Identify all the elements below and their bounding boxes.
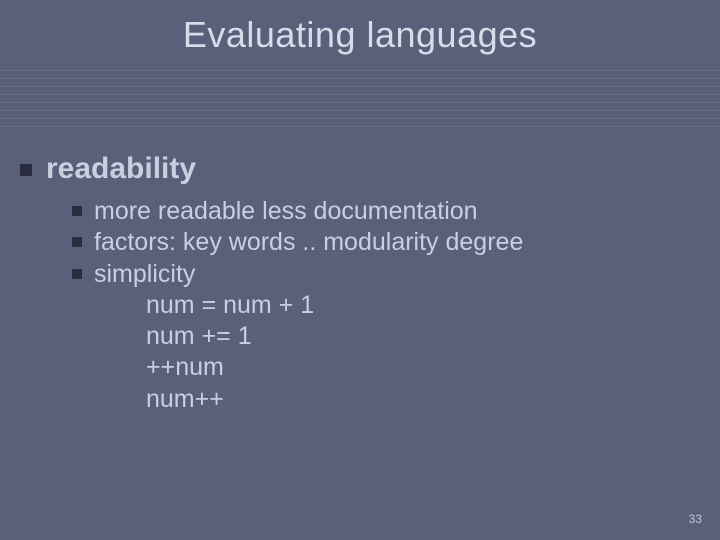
level1-text: readability xyxy=(46,152,196,186)
square-bullet-icon xyxy=(72,237,82,247)
slide-title: Evaluating languages xyxy=(0,0,720,56)
level2-text: factors: key words .. modularity degree xyxy=(94,227,523,258)
slide-body: readability more readable less documenta… xyxy=(20,152,700,415)
code-line: num++ xyxy=(146,384,700,415)
slide: Evaluating languages readability more re… xyxy=(0,0,720,540)
bullet-level2: simplicity xyxy=(72,259,700,290)
level2-group: more readable less documentation factors… xyxy=(72,196,700,415)
code-line: ++num xyxy=(146,352,700,383)
square-bullet-icon xyxy=(20,164,32,176)
bullet-level1: readability xyxy=(20,152,700,186)
code-line: num = num + 1 xyxy=(146,290,700,321)
decorative-stripes xyxy=(0,70,720,134)
level2-text: more readable less documentation xyxy=(94,196,478,227)
square-bullet-icon xyxy=(72,206,82,216)
code-line: num += 1 xyxy=(146,321,700,352)
page-number: 33 xyxy=(689,512,702,526)
level2-text: simplicity xyxy=(94,259,195,290)
square-bullet-icon xyxy=(72,269,82,279)
bullet-level2: more readable less documentation xyxy=(72,196,700,227)
bullet-level2: factors: key words .. modularity degree xyxy=(72,227,700,258)
